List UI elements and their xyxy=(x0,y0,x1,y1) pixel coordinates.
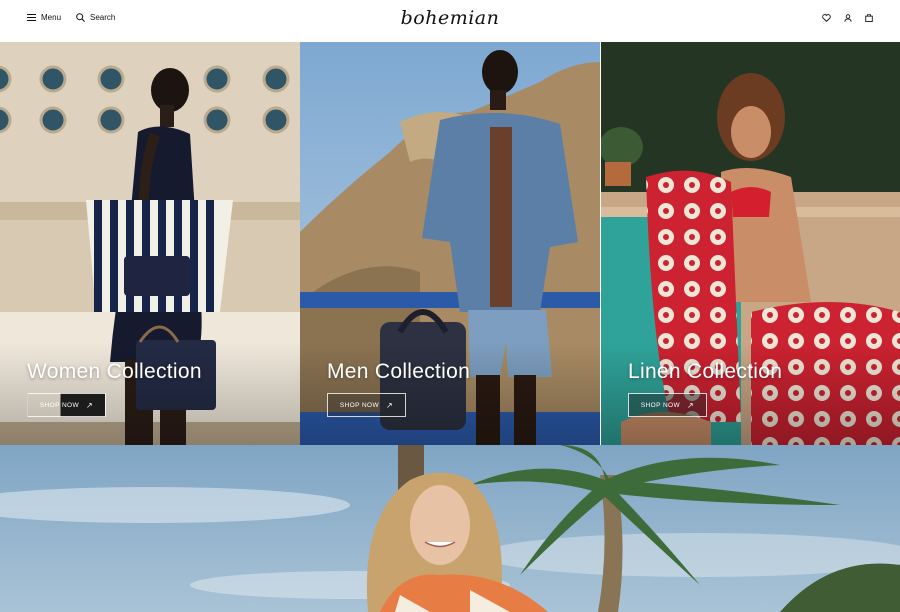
tile-title: Women Collection xyxy=(27,360,202,383)
shop-now-label: SHOP NOW xyxy=(339,401,380,409)
shop-now-button[interactable]: SHOP NOW ↗ xyxy=(327,393,406,417)
arrow-up-right-icon: ↗ xyxy=(386,400,394,410)
header-right xyxy=(822,14,873,22)
shop-now-button[interactable]: SHOP NOW ↗ xyxy=(628,393,707,417)
tile-title: Linen Collection xyxy=(628,360,783,383)
brand-logo[interactable]: bohemian xyxy=(0,7,900,29)
shop-now-label: SHOP NOW xyxy=(39,401,80,409)
user-icon[interactable] xyxy=(844,14,852,22)
hero-banner[interactable] xyxy=(0,445,900,612)
linen-collection-tile[interactable]: Linen Collection SHOP NOW ↗ xyxy=(601,42,900,445)
linen-collection-image xyxy=(601,42,900,445)
tile-title: Men Collection xyxy=(327,360,471,383)
arrow-up-right-icon: ↗ xyxy=(86,400,94,410)
shopping-bag-icon[interactable] xyxy=(865,14,873,22)
site-header: Menu Search bohemian xyxy=(0,0,900,42)
heart-icon[interactable] xyxy=(822,14,831,22)
arrow-up-right-icon: ↗ xyxy=(687,400,695,410)
women-collection-tile[interactable]: Women Collection SHOP NOW ↗ xyxy=(0,42,300,445)
women-collection-image xyxy=(0,42,300,445)
men-collection-image xyxy=(300,42,600,445)
hero-banner-image xyxy=(0,445,900,612)
men-collection-tile[interactable]: Men Collection SHOP NOW ↗ xyxy=(300,42,600,445)
shop-now-button[interactable]: SHOP NOW ↗ xyxy=(27,393,106,417)
shop-now-label: SHOP NOW xyxy=(640,401,681,409)
